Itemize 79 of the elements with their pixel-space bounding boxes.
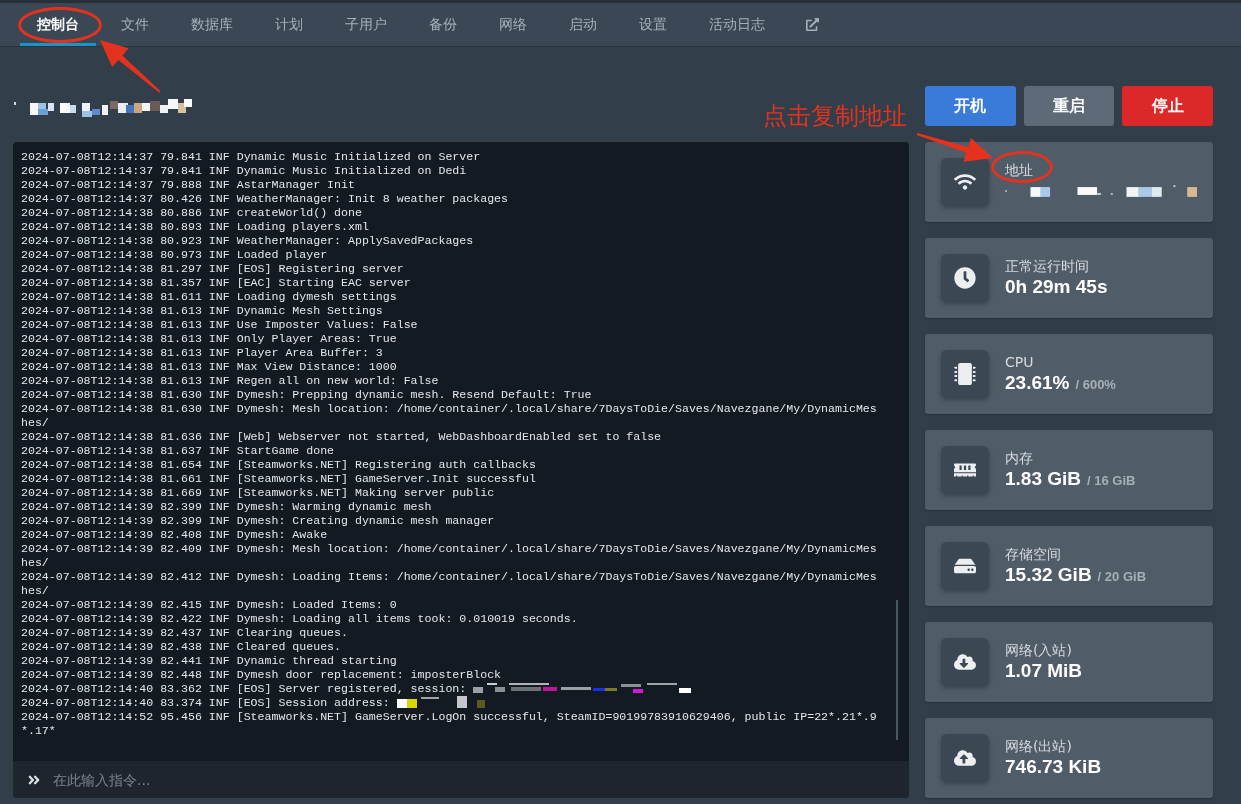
nav-tab[interactable]: 设置	[622, 3, 684, 46]
log-line: 2024-07-08T12:14:39 82.412 INF Dymesh: Loading Items: /home/container/.local/share/7DaysToDie/Saves/Navezgane/My/DynamicMeshes/	[21, 570, 877, 597]
nav-tab[interactable]: 网络	[482, 3, 544, 46]
log-line: 2024-07-08T12:14:38 81.357 INF [EAC] Starting EAC server	[21, 276, 411, 289]
log-line: 2024-07-08T12:14:39 82.409 INF Dymesh: Mesh location: /home/container/.local/share/7DaysToDie/Saves/Navezgane/My/DynamicMeshes/	[21, 542, 877, 569]
log-line: 2024-07-08T12:14:37 79.888 INF AstarManager Init	[21, 178, 355, 191]
stat-limit: / 20 GiB	[1097, 569, 1147, 584]
power-button[interactable]: 开机	[925, 86, 1016, 126]
stat-value: 23.61%	[1005, 371, 1070, 395]
log-line: 2024-07-08T12:14:38 81.636 INF [Web] Webserver not started, WebDashboardEnabled set to false	[21, 430, 662, 443]
log-line: 2024-07-08T12:14:38 81.613 INF Only Player Areas: True	[21, 332, 397, 345]
nav-tab[interactable]: 子用户	[328, 3, 404, 46]
scrollbar-thumb[interactable]	[896, 600, 898, 740]
hard-drive-icon	[941, 542, 989, 590]
command-input[interactable]: 在此输入指令...	[53, 767, 895, 792]
log-line: 2024-07-08T12:14:38 80.973 INF Loaded player	[21, 248, 328, 261]
stat-limit: / 600%	[1075, 377, 1116, 392]
log-line: 2024-07-08T12:14:39 82.438 INF Cleared queues.	[21, 640, 342, 653]
stat-label: CPU	[1005, 353, 1034, 371]
log-line: 2024-07-08T12:14:37 79.841 INF Dynamic Music Initialized on Server	[21, 150, 481, 163]
external-link-icon[interactable]	[806, 18, 819, 31]
log-line: 2024-07-08T12:14:39 82.437 INF Clearing queues.	[21, 626, 348, 639]
log-line: 2024-07-08T12:14:37 79.841 INF Dynamic Music Initialized on Dedi	[21, 164, 467, 177]
memory-icon	[941, 446, 989, 494]
log-line: 2024-07-08T12:14:38 81.630 INF Dymesh: Prepping dynamic mesh. Resend Default: True	[21, 388, 592, 401]
log-line: 2024-07-08T12:14:38 81.611 INF Loading dymesh settings	[21, 290, 397, 303]
wifi-icon	[941, 158, 989, 206]
stat-label: 网络(入站)	[1005, 641, 1072, 659]
log-line: 2024-07-08T12:14:38 81.297 INF [EOS] Registering server	[21, 262, 404, 275]
stat-label: 存储空间	[1005, 545, 1061, 563]
log-line: 2024-07-08T12:14:38 81.637 INF StartGame done	[21, 444, 335, 457]
nav-tab[interactable]: 控制台	[20, 3, 96, 46]
log-line: 2024-07-08T12:14:38 81.669 INF [Steamworks.NET] Making server public	[21, 486, 495, 499]
command-field[interactable]: 在此输入指令...	[13, 761, 909, 798]
annotation-note: 点击复制地址	[763, 102, 907, 130]
log-line: 2024-07-08T12:14:39 82.448 INF Dymesh door replacement: imposterBlock	[21, 668, 502, 681]
power-button[interactable]: 重启	[1023, 86, 1115, 126]
log-line: 2024-07-08T12:14:52 95.456 INF [Steamworks.NET] GameServer.LogOn successful, SteamID=90199783910629406, public IP=22*.21*.9*.17*	[21, 710, 877, 737]
stat-value: 0h 29m 45s	[1005, 275, 1108, 299]
microchip-icon	[941, 350, 989, 398]
nav-tab[interactable]: 活动日志	[692, 3, 782, 46]
log-line: 2024-07-08T12:14:38 80.886 INF createWorld() done	[21, 206, 362, 219]
log-line: 2024-07-08T12:14:39 82.399 INF Dymesh: Warming dynamic mesh	[21, 500, 432, 513]
stat-label: 网络(出站)	[1005, 737, 1072, 755]
stat-value: 1.83 GiB	[1005, 467, 1082, 491]
cloud-download-icon	[941, 638, 989, 686]
nav-tab[interactable]: 备份	[412, 3, 474, 46]
log-line: 2024-07-08T12:14:38 81.661 INF [Steamworks.NET] GameServer.Init successful	[21, 472, 536, 485]
log-line: 2024-07-08T12:14:39 82.408 INF Dymesh: Awake	[21, 528, 328, 541]
stat-value: 15.32 GiB	[1005, 563, 1092, 587]
nav-tab[interactable]: 启动	[552, 3, 614, 46]
log-line: 2024-07-08T12:14:39 82.415 INF Dymesh: Loaded Items: 0	[21, 598, 397, 611]
stat-label: 正常运行时间	[1005, 257, 1089, 275]
log-line: 2024-07-08T12:14:38 81.613 INF Dynamic Mesh Settings	[21, 304, 383, 317]
cloud-upload-icon	[941, 734, 989, 782]
stat-value: 1.07 MiB	[1005, 659, 1083, 683]
log-line: 2024-07-08T12:14:40 83.362 INF [EOS] Server registered, session:	[21, 682, 467, 695]
log-line: 2024-07-08T12:14:38 81.613 INF Max View Distance: 1000	[21, 360, 397, 373]
stat-label: 内存	[1005, 449, 1033, 467]
log-line: 2024-07-08T12:14:39 82.399 INF Dymesh: Creating dynamic mesh manager	[21, 514, 495, 527]
log-line: 2024-07-08T12:14:37 80.426 INF WeatherManager: Init 8 weather packages	[21, 192, 509, 205]
stat-label: 地址	[1005, 161, 1033, 179]
log-line: 2024-07-08T12:14:40 83.374 INF [EOS] Session address:	[21, 696, 390, 709]
nav-tab[interactable]: 文件	[104, 3, 166, 46]
nav-tab[interactable]: 计划	[258, 3, 320, 46]
log-line: 2024-07-08T12:14:38 80.893 INF Loading players.xml	[21, 220, 369, 233]
log-line: 2024-07-08T12:14:38 81.654 INF [Steamworks.NET] Registering auth callbacks	[21, 458, 536, 471]
log-line: 2024-07-08T12:14:38 81.613 INF Use Imposter Values: False	[21, 318, 418, 331]
clock-icon	[941, 254, 989, 302]
log-line: 2024-07-08T12:14:39 82.422 INF Dymesh: Loading all items took: 0.010019 seconds.	[21, 612, 578, 625]
log-line: 2024-07-08T12:14:38 80.923 INF WeatherManager: ApplySavedPackages	[21, 234, 474, 247]
stat-value: 746.73 KiB	[1005, 755, 1102, 779]
nav-tab[interactable]: 数据库	[174, 3, 250, 46]
stat-limit: / 16 GiB	[1087, 473, 1136, 488]
log-line: 2024-07-08T12:14:38 81.613 INF Regen all on new world: False	[21, 374, 439, 387]
power-button[interactable]: 停止	[1122, 86, 1213, 126]
log-line: 2024-07-08T12:14:39 82.441 INF Dynamic thread starting	[21, 654, 397, 667]
log-line: 2024-07-08T12:14:38 81.630 INF Dymesh: Mesh location: /home/container/.local/share/7DaysToDie/Saves/Navezgane/My/DynamicMeshes/	[21, 402, 877, 429]
log-line: 2024-07-08T12:14:38 81.613 INF Player Area Buffer: 3	[21, 346, 383, 359]
